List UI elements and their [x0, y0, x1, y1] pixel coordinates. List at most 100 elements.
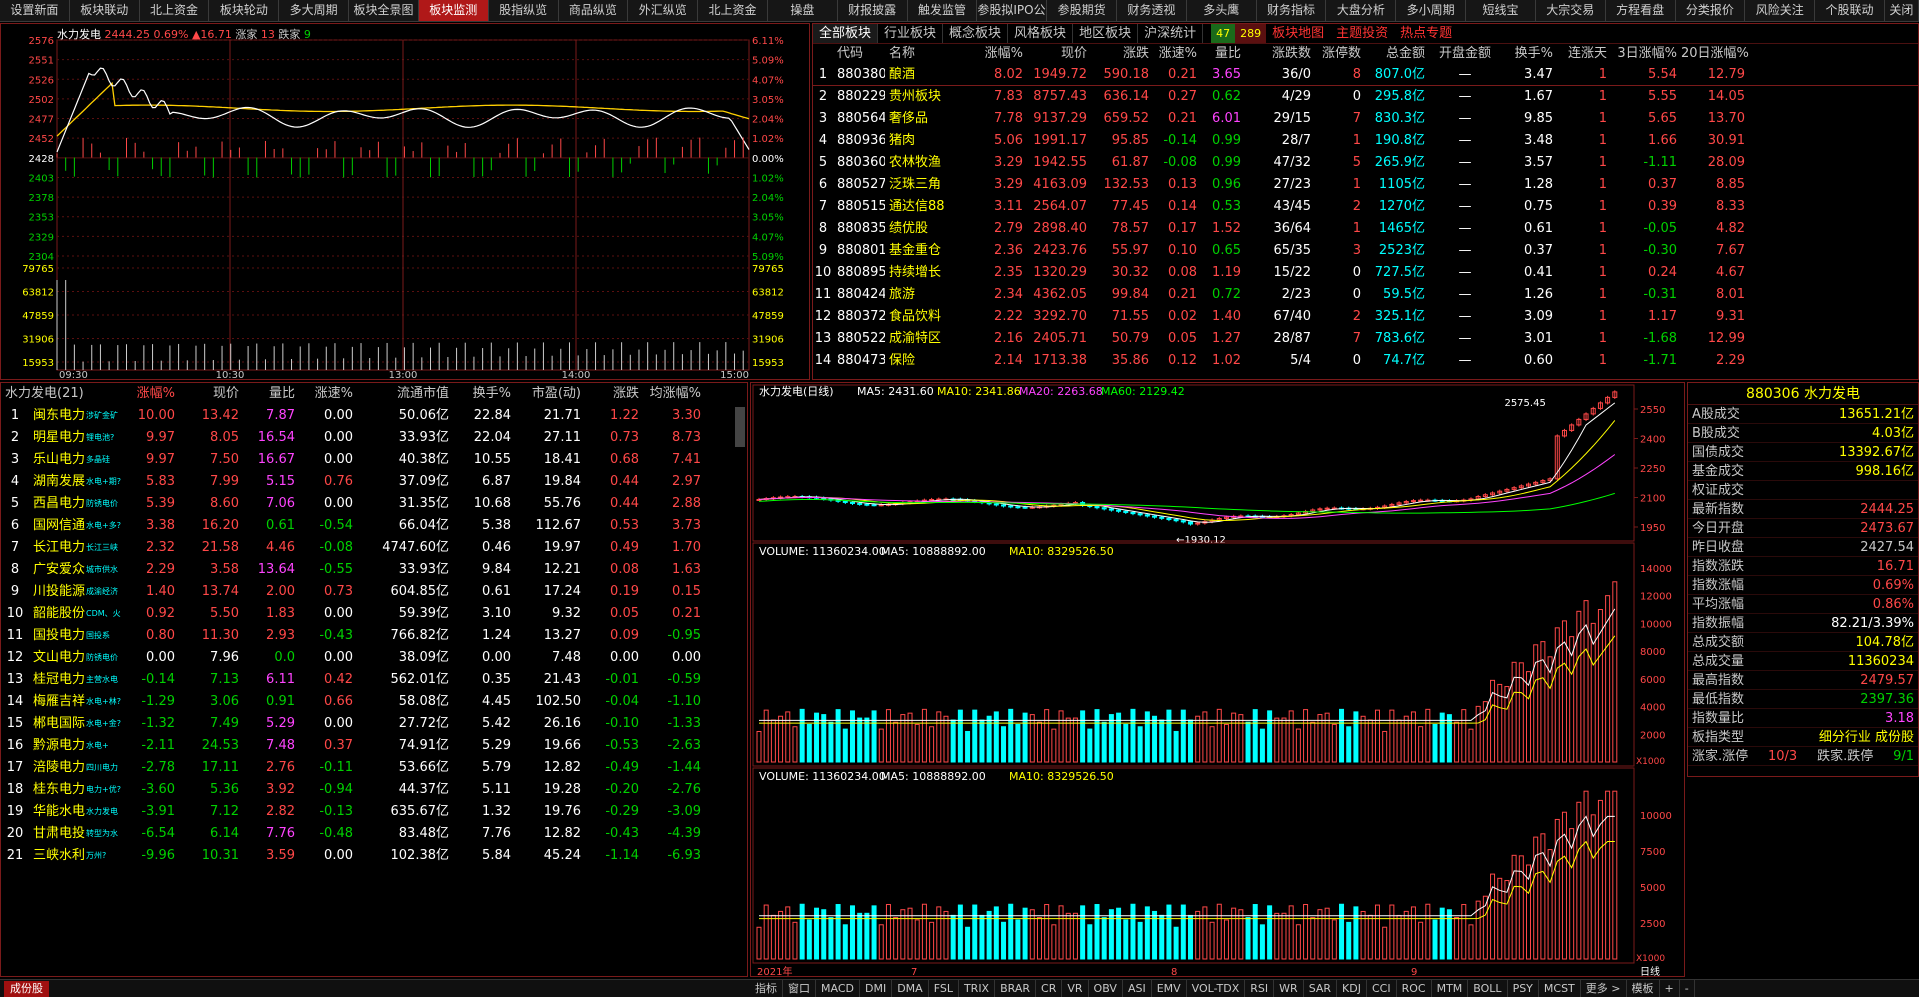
tab-1[interactable]: 板块联动	[70, 0, 140, 21]
board-tab-1[interactable]: 行业板块	[878, 24, 944, 43]
tab-8[interactable]: 商品纵览	[559, 0, 629, 21]
stock-row[interactable]: 9 川投能源成渝经济 1.40 13.74 2.00 0.73 604.85亿 0.61 17.…	[1, 581, 747, 603]
stock-header-9[interactable]: 均涨幅%	[643, 383, 705, 405]
stock-row[interactable]: 4 湖南发展水电+期? 5.83 7.99 5.15 0.76 37.09亿 6.87 19.8…	[1, 471, 747, 493]
indicator-8[interactable]: CR	[1036, 980, 1063, 997]
stock-row[interactable]: 7 长江电力长江三峡 2.32 21.58 4.46 -0.08 4747.60亿 0.46 1…	[1, 537, 747, 559]
tab-12[interactable]: 财报披露	[838, 0, 908, 21]
indicator-25[interactable]: 模板	[1627, 980, 1660, 997]
stock-row[interactable]: 19 华能水电水力发电 -3.91 7.12 2.82 -0.13 635.67亿 1.32 1…	[1, 801, 747, 823]
board-row[interactable]: 2 880229 贵州板块 7.83 8757.43 636.14 0.27 0.62 4/29…	[813, 86, 1918, 108]
tab-24[interactable]: 分类报价	[1676, 0, 1746, 21]
stock-row[interactable]: 18 桂东电力电力+优? -3.60 5.36 3.92 -0.94 44.37亿 5.11 1…	[1, 779, 747, 801]
indicator-6[interactable]: TRIX	[959, 980, 996, 997]
stock-row[interactable]: 8 广安爱众城市供水 2.29 3.58 13.64 -0.55 33.93亿 9.84 12.…	[1, 559, 747, 581]
board-header-6[interactable]: 涨速%	[1153, 44, 1201, 64]
tab-5[interactable]: 板块全景图	[349, 0, 419, 21]
tab-22[interactable]: 大宗交易	[1536, 0, 1606, 21]
board-header-4[interactable]: 现价	[1027, 44, 1091, 64]
board-header-14[interactable]: 3日涨幅%	[1611, 44, 1681, 64]
board-link-1[interactable]: 主题投资	[1330, 24, 1394, 43]
tab-16[interactable]: 财务透视	[1117, 0, 1187, 21]
tab-11[interactable]: 操盘	[768, 0, 838, 21]
indicator-4[interactable]: DMA	[892, 980, 929, 997]
board-row[interactable]: 8 880835 绩优股 2.79 2898.40 78.57 0.17 1.52 36/64 1…	[813, 218, 1918, 240]
board-row[interactable]: 5 880360 农林牧渔 3.29 1942.55 61.87 -0.08 0.99 47/3…	[813, 152, 1918, 174]
stock-header-6[interactable]: 换手%	[453, 383, 515, 405]
board-tab-2[interactable]: 概念板块	[943, 24, 1009, 43]
board-header-3[interactable]: 涨幅%	[977, 44, 1027, 64]
indicator-24[interactable]: 更多 >	[1581, 980, 1627, 997]
kline-plot[interactable]: 水力发电(日线) MA5: 2431.60 MA10: 2341.86MA20: 2…	[751, 383, 1684, 976]
board-link-0[interactable]: 板块地图	[1266, 24, 1330, 43]
stock-row[interactable]: 20 甘肃电投转型为水 -6.54 6.14 7.76 -0.48 83.48亿 7.76 12…	[1, 823, 747, 845]
stock-row[interactable]: 1 闽东电力涉矿金矿 10.00 13.42 7.87 0.00 50.06亿 22.84 21…	[1, 405, 747, 427]
board-header-10[interactable]: 总金额	[1365, 44, 1429, 64]
tab-10[interactable]: 北上资金	[698, 0, 768, 21]
indicator-14[interactable]: RSI	[1245, 980, 1275, 997]
board-header-5[interactable]: 涨跌	[1091, 44, 1153, 64]
stock-header-8[interactable]: 涨跌	[585, 383, 643, 405]
stock-header-5[interactable]: 流通市值	[357, 383, 453, 405]
indicator-9[interactable]: VR	[1062, 980, 1089, 997]
stock-row[interactable]: 11 国投电力国投系 0.80 11.30 2.93 -0.43 766.82亿 1.24 13…	[1, 625, 747, 647]
board-row[interactable]: 6 880527 泛珠三角 3.29 4163.09 132.53 0.13 0.96 27/2…	[813, 174, 1918, 196]
indicator-22[interactable]: PSY	[1508, 980, 1539, 997]
board-header-7[interactable]: 量比	[1201, 44, 1245, 64]
indicator-23[interactable]: MCST	[1539, 980, 1581, 997]
board-header-13[interactable]: 连涨天	[1557, 44, 1611, 64]
tab-15[interactable]: 参股期货	[1047, 0, 1117, 21]
intraday-plot[interactable]: 2576 6.11% 2551 5.09% 2526 4.07% 2502 3.05% 2477…	[1, 24, 809, 379]
stock-row[interactable]: 15 郴电国际水电+金? -1.32 7.49 5.29 0.00 27.72亿 5.42 26…	[1, 713, 747, 735]
tab-14[interactable]: 参股拟IPO公司	[977, 0, 1048, 21]
indicator-1[interactable]: 窗口	[783, 980, 816, 997]
stock-row[interactable]: 3 乐山电力多晶硅 9.97 7.50 16.67 0.00 40.38亿 10.55 18.4…	[1, 449, 747, 471]
indicator-10[interactable]: OBV	[1089, 980, 1123, 997]
board-tab-0[interactable]: 全部板块	[813, 24, 879, 43]
stock-row[interactable]: 14 梅雁吉祥水电+林? -1.29 3.06 0.91 0.66 58.08亿 4.45 10…	[1, 691, 747, 713]
board-row[interactable]: 13 880522 成渝特区 2.16 2405.71 50.79 0.05 1.27 28/8…	[813, 328, 1918, 350]
board-row[interactable]: 1 880380 酿酒 8.02 1949.72 590.18 0.21 3.65 36/0 8 8…	[813, 64, 1918, 86]
tab-21[interactable]: 短线宝	[1466, 0, 1536, 21]
tab-2[interactable]: 北上资金	[140, 0, 210, 21]
indicator-26[interactable]: +	[1660, 980, 1680, 997]
board-header-12[interactable]: 换手%	[1501, 44, 1557, 64]
stock-row[interactable]: 16 黔源电力水电+ -2.11 24.53 7.48 0.37 74.91亿 5.29 19.…	[1, 735, 747, 757]
period-label[interactable]: 日线	[1640, 965, 1660, 976]
stock-header-4[interactable]: 涨速%	[299, 383, 357, 405]
tab-23[interactable]: 方程看盘	[1606, 0, 1676, 21]
stock-header-1[interactable]: 涨幅%	[121, 383, 179, 405]
indicator-13[interactable]: VOL-TDX	[1187, 980, 1246, 997]
board-row[interactable]: 11 880424 旅游 2.34 4362.05 99.84 0.21 0.72 2/23 0 5…	[813, 284, 1918, 306]
stock-header-0[interactable]: 水力发电(21)	[1, 383, 121, 405]
board-header-15[interactable]: 20日涨幅%	[1681, 44, 1749, 64]
tab-25[interactable]: 风险关注	[1745, 0, 1816, 21]
tab-0[interactable]: 设置新面	[0, 0, 70, 21]
stock-row[interactable]: 5 西昌电力防锈电价 5.39 8.60 7.06 0.00 31.35亿 10.68 55.7…	[1, 493, 747, 515]
board-row[interactable]: 14 880473 保险 2.14 1713.38 35.86 0.12 1.02 5/4 0 74…	[813, 350, 1918, 372]
tab-18[interactable]: 财务指标	[1257, 0, 1327, 21]
stock-header-3[interactable]: 量比	[243, 383, 299, 405]
indicator-0[interactable]: 指标	[750, 980, 783, 997]
tab-20[interactable]: 多小周期	[1396, 0, 1467, 21]
stock-row[interactable]: 21 三峡水利万州? -9.96 10.31 3.59 0.00 102.38亿 5.84 45…	[1, 845, 747, 867]
tab-17[interactable]: 多头鹰	[1187, 0, 1257, 21]
board-header-1[interactable]: 代码	[833, 44, 885, 64]
board-link-2[interactable]: 热点专题	[1394, 24, 1458, 43]
bottom-tab-constituents[interactable]: 成份股	[4, 981, 49, 997]
stock-header-2[interactable]: 现价	[179, 383, 243, 405]
indicator-20[interactable]: MTM	[1432, 980, 1469, 997]
board-row[interactable]: 10 880895 持续增长 2.35 1320.29 30.32 0.08 1.19 15/2…	[813, 262, 1918, 284]
board-row[interactable]: 7 880515 通达信88 3.11 2564.07 77.45 0.14 0.53 43/4…	[813, 196, 1918, 218]
board-header-9[interactable]: 涨停数	[1315, 44, 1365, 64]
indicator-12[interactable]: EMV	[1152, 980, 1187, 997]
tab-3[interactable]: 板块轮动	[209, 0, 280, 21]
list-scrollbar[interactable]	[735, 407, 745, 447]
board-tab-5[interactable]: 沪深统计	[1138, 24, 1204, 43]
tab-19[interactable]: 大盘分析	[1326, 0, 1397, 21]
tab-13[interactable]: 触发监管	[908, 0, 978, 21]
tab-9[interactable]: 外汇纵览	[628, 0, 699, 21]
indicator-2[interactable]: MACD	[816, 980, 860, 997]
indicator-15[interactable]: WR	[1274, 980, 1304, 997]
indicator-27[interactable]: -	[1680, 980, 1695, 997]
